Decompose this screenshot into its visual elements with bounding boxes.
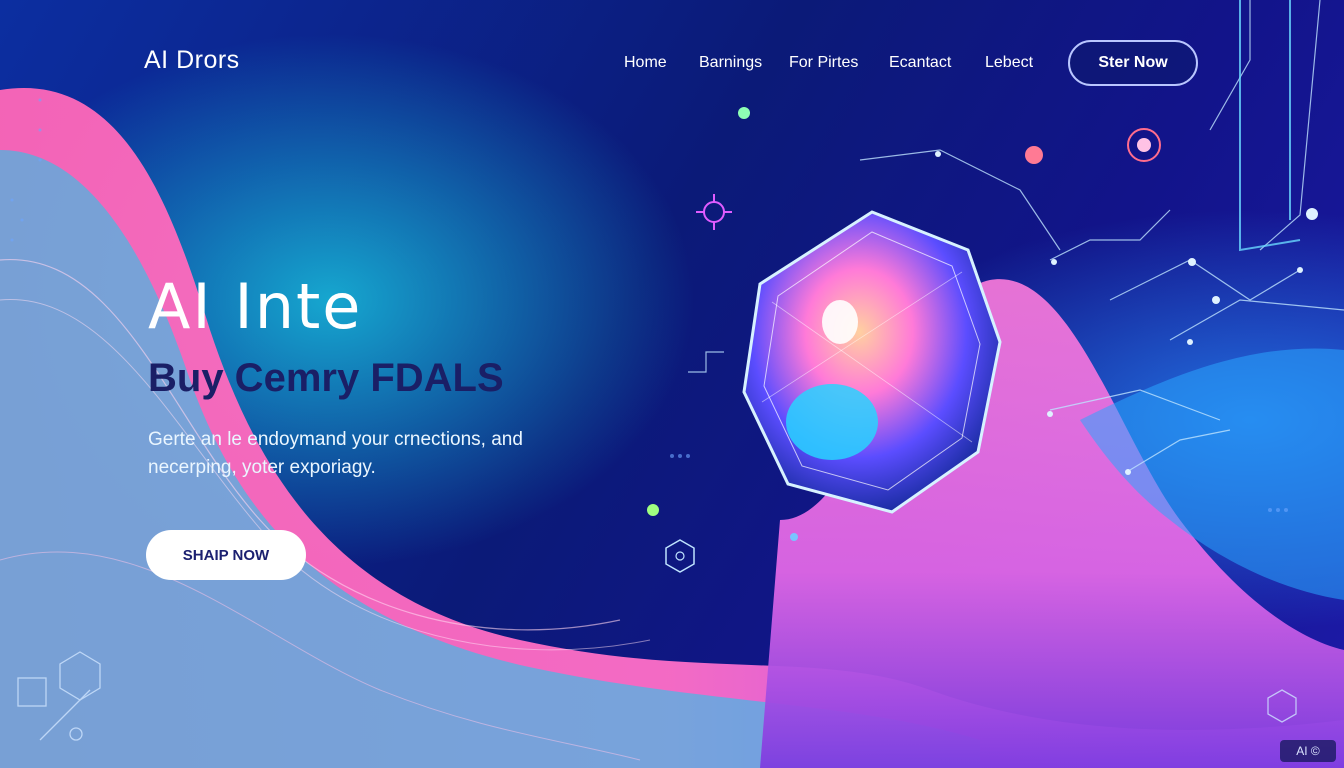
corner-badge: AI © — [1280, 740, 1336, 762]
hero-subtitle: Buy Cemry FDALS — [148, 356, 504, 401]
site-header: AI Drors Home Barnings For Pirtes Ecanta… — [0, 0, 1344, 128]
hero-description: Gerte an le endoymand your crnections, a… — [148, 429, 523, 478]
brand-logo[interactable]: AI Drors — [144, 46, 240, 75]
hero-subtitle-bold: FDALS — [370, 356, 504, 400]
nav-lebect[interactable]: Lebect — [985, 54, 1033, 72]
hero-subtitle-regular: Buy Cemry — [148, 356, 371, 400]
nav-ecantact[interactable]: Ecantact — [889, 54, 951, 72]
nav-barnings[interactable]: Barnings — [699, 54, 762, 72]
nav-home[interactable]: Home — [624, 54, 667, 72]
start-now-button[interactable]: Ster Now — [1068, 40, 1198, 86]
shop-now-button[interactable]: SHAIP NOW — [146, 530, 306, 580]
hero-title: AI Inte — [148, 270, 363, 343]
